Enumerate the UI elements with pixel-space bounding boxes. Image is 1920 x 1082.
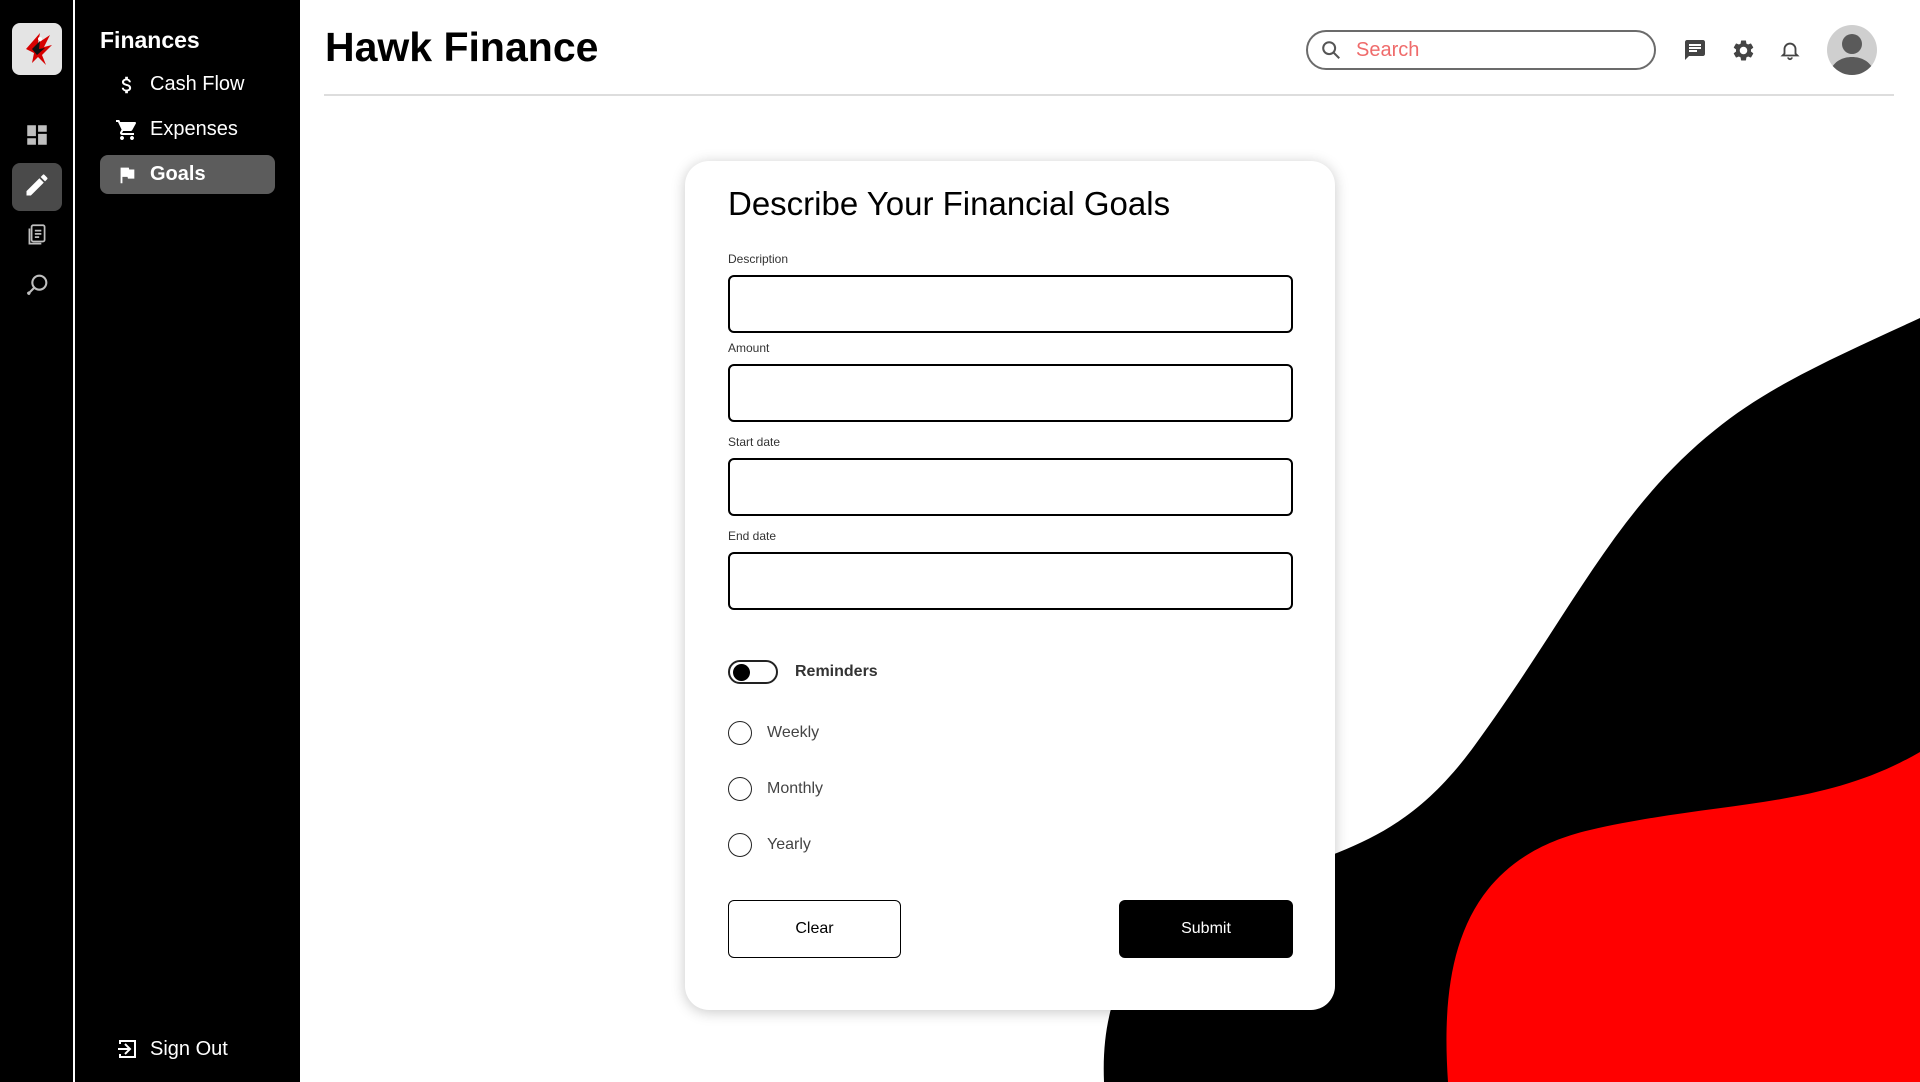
sign-out-icon: [113, 1037, 141, 1061]
flag-icon: [113, 164, 141, 186]
search-bar[interactable]: [1306, 30, 1656, 70]
reminders-toggle[interactable]: [728, 660, 778, 684]
dollar-icon: [113, 73, 141, 97]
rail-dashboard-button[interactable]: [12, 113, 62, 161]
reminders-toggle-row[interactable]: Reminders: [728, 660, 878, 684]
search-icon: [1320, 39, 1342, 61]
rail-documents-button[interactable]: [12, 213, 62, 261]
radio-monthly[interactable]: Monthly: [728, 777, 823, 801]
sign-out-button[interactable]: Sign Out: [100, 1030, 228, 1068]
rail-search-button[interactable]: [12, 263, 62, 311]
search-tag-icon: [23, 271, 51, 304]
end-date-label: End date: [728, 529, 777, 543]
bell-icon[interactable]: [1777, 37, 1803, 63]
radio-circle[interactable]: [728, 777, 752, 801]
dashboard-icon: [24, 122, 50, 153]
radio-label: Weekly: [767, 724, 820, 741]
radio-circle[interactable]: [728, 833, 752, 857]
nav-item-cash-flow[interactable]: Cash Flow: [100, 65, 275, 104]
end-date-field[interactable]: [728, 552, 1293, 610]
chat-icon[interactable]: [1682, 37, 1708, 63]
nav-item-goals[interactable]: Goals: [100, 155, 275, 194]
amount-label: Amount: [728, 341, 770, 355]
nav-item-label: Goals: [150, 163, 206, 185]
toggle-knob: [733, 664, 750, 681]
pencil-icon: [23, 171, 51, 204]
start-date-label: Start date: [728, 435, 781, 449]
start-date-field[interactable]: [728, 458, 1293, 516]
nav-title: Finances: [100, 27, 200, 53]
icon-rail: [0, 0, 73, 1082]
rail-edit-button[interactable]: [12, 163, 62, 211]
cart-icon: [113, 118, 141, 142]
gear-icon[interactable]: [1730, 37, 1756, 63]
header-divider: [324, 94, 1894, 96]
radio-yearly[interactable]: Yearly: [728, 833, 811, 857]
form-title: Describe Your Financial Goals: [728, 185, 1171, 222]
clear-button[interactable]: Clear: [728, 900, 901, 958]
radio-label: Yearly: [767, 836, 811, 853]
red-wave-shape: [1446, 752, 1920, 1082]
nav-item-label: Cash Flow: [150, 73, 245, 95]
avatar[interactable]: [1827, 25, 1877, 75]
nav-item-label: Expenses: [150, 118, 238, 140]
sign-out-label: Sign Out: [150, 1037, 228, 1060]
documents-icon: [24, 222, 50, 253]
radio-label: Monthly: [767, 780, 824, 797]
nav-item-expenses[interactable]: Expenses: [100, 110, 275, 149]
radio-circle[interactable]: [728, 721, 752, 745]
section-nav: Finances Cash Flow Expenses Goals Sign O…: [75, 0, 300, 1082]
search-input[interactable]: [1356, 38, 1626, 62]
submit-button[interactable]: Submit: [1119, 900, 1293, 958]
reminders-label: Reminders: [795, 663, 878, 680]
hawk-logo[interactable]: [12, 23, 62, 75]
description-field[interactable]: [728, 275, 1293, 333]
description-label: Description: [728, 252, 789, 266]
amount-field[interactable]: [728, 364, 1293, 422]
goals-form-card: Describe Your Financial Goals Descriptio…: [685, 161, 1335, 1010]
radio-weekly[interactable]: Weekly: [728, 721, 819, 745]
page-title: Hawk Finance: [325, 24, 599, 70]
